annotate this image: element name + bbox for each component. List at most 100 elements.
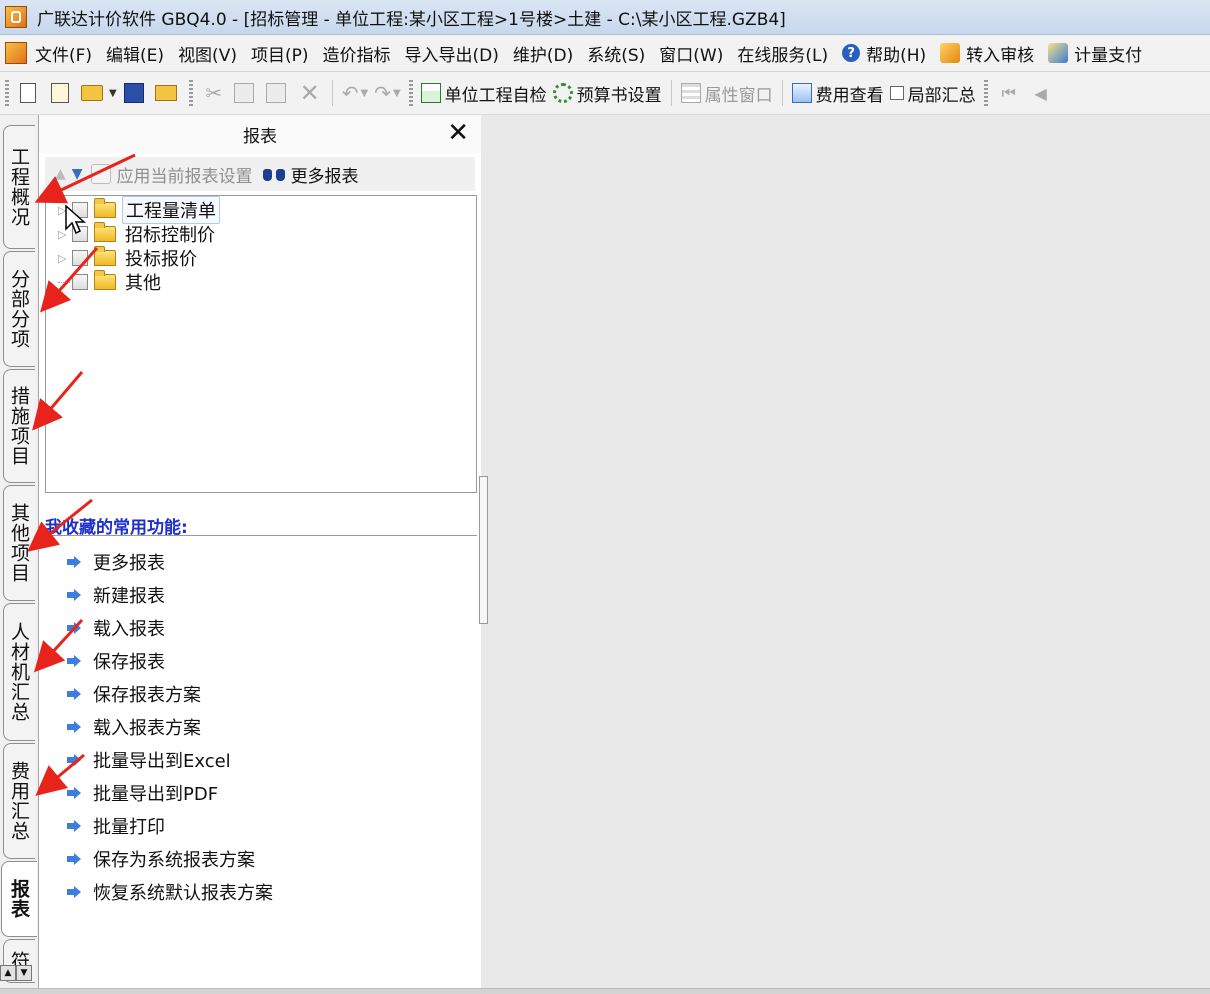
chevron-down-icon[interactable]: ▼ <box>393 88 401 99</box>
undo-button[interactable]: ↶ ▼ <box>342 78 368 108</box>
menu-bar: 文件(F) 编辑(E) 视图(V) 项目(P) 造价指标 导入导出(D) 维护(… <box>0 35 1210 72</box>
save-folder-button[interactable] <box>154 78 181 108</box>
arrow-right-icon <box>67 820 81 832</box>
window-title: 广联达计价软件 GBQ4.0 - [招标管理 - 单位工程:某小区工程>1号楼>… <box>37 9 786 30</box>
fav-new-report[interactable]: 新建报表 <box>67 582 165 608</box>
toolbar-separator <box>331 80 333 106</box>
self-check-label: 单位工程自检 <box>444 85 547 106</box>
close-icon[interactable]: ✕ <box>447 118 469 148</box>
tab-measure-items[interactable]: 措施项目 <box>3 369 35 483</box>
menu-maintenance[interactable]: 维护(D) <box>513 41 573 66</box>
tree-node-label: 投标报价 <box>125 249 197 270</box>
scroll-down-icon[interactable]: ▼ <box>16 965 32 981</box>
folder-icon <box>94 222 116 242</box>
toolbar-grip[interactable] <box>983 80 988 106</box>
tab-labor-material-summary[interactable]: 人材机汇总 <box>3 603 35 741</box>
new-project-icon <box>51 83 69 103</box>
new-project-button[interactable] <box>49 78 75 108</box>
move-down-icon[interactable]: ▼ <box>72 166 83 182</box>
payment-icon <box>1048 43 1069 63</box>
previous-record-icon: ◀ <box>1034 83 1047 103</box>
new-file-icon <box>20 83 36 103</box>
undo-icon: ↶ <box>341 81 359 105</box>
fav-load-report-scheme[interactable]: 载入报表方案 <box>67 714 201 740</box>
menu-system[interactable]: 系统(S) <box>587 41 645 66</box>
new-file-button[interactable] <box>17 78 43 108</box>
title-bar: 广联达计价软件 GBQ4.0 - [招标管理 - 单位工程:某小区工程>1号楼>… <box>0 0 1210 35</box>
menu-project[interactable]: 项目(P) <box>251 41 309 66</box>
help-icon: ? <box>842 44 861 62</box>
tab-project-overview[interactable]: 工程概况 <box>3 125 35 249</box>
tab-label: 工程概况 <box>8 147 30 227</box>
arrow-right-icon <box>67 853 81 865</box>
app-menu-icon[interactable] <box>5 42 27 64</box>
tree-checkbox[interactable] <box>72 274 88 290</box>
fav-save-system-scheme[interactable]: 保存为系统报表方案 <box>67 846 255 872</box>
menu-cost-index[interactable]: 造价指标 <box>323 41 391 66</box>
tab-scroll-buttons: ▲ ▼ <box>0 965 36 981</box>
delete-icon: ✕ <box>299 79 320 107</box>
menu-payment[interactable]: 计量支付 <box>1048 41 1142 66</box>
fav-more-reports[interactable]: 更多报表 <box>67 549 165 575</box>
toolbar-separator <box>670 80 672 106</box>
toolbar-grip[interactable] <box>408 80 413 106</box>
redo-button[interactable]: ↷ ▼ <box>374 78 400 108</box>
copy-button[interactable] <box>233 78 259 108</box>
more-reports-button[interactable]: 更多报表 <box>262 162 359 187</box>
fav-label: 恢复系统默认报表方案 <box>93 883 273 904</box>
menu-payment-label: 计量支付 <box>1074 45 1143 66</box>
toolbar-grip[interactable] <box>5 80 9 106</box>
apply-settings-icon <box>90 164 111 184</box>
chevron-down-icon[interactable]: ▼ <box>360 88 368 99</box>
tree-node-bid-quotation[interactable]: ▷ 投标报价 <box>58 246 200 270</box>
copy-icon <box>233 83 254 103</box>
fee-view-button[interactable]: 费用查看 <box>791 78 884 108</box>
menu-import-export[interactable]: 导入导出(D) <box>405 41 499 66</box>
delete-button[interactable]: ✕ <box>297 78 323 108</box>
fav-label: 批量导出到PDF <box>93 784 219 805</box>
menu-online-service[interactable]: 在线服务(L) <box>737 41 828 66</box>
menu-window[interactable]: 窗口(W) <box>659 41 723 66</box>
property-window-label: 属性窗口 <box>704 85 773 106</box>
open-button[interactable]: ▼ <box>81 78 117 108</box>
fav-batch-print[interactable]: 批量打印 <box>67 813 165 839</box>
scroll-up-icon[interactable]: ▲ <box>0 965 16 981</box>
menu-edit[interactable]: 编辑(E) <box>106 41 164 66</box>
self-check-button[interactable]: 单位工程自检 <box>420 78 547 108</box>
paste-button[interactable] <box>265 78 291 108</box>
menu-view[interactable]: 视图(V) <box>178 41 237 66</box>
previous-record-button[interactable]: ◀ <box>1028 78 1054 108</box>
tab-other-items[interactable]: 其他项目 <box>3 485 35 601</box>
tab-divisional-items[interactable]: 分部分项 <box>3 251 35 367</box>
cut-button[interactable]: ✂ <box>201 78 227 108</box>
menu-help[interactable]: ? 帮助(H) <box>842 41 926 66</box>
panel-splitter-handle[interactable] <box>479 476 488 624</box>
tab-reports[interactable]: 报表 <box>1 861 37 937</box>
menu-audit[interactable]: 转入审核 <box>940 41 1034 66</box>
tree-checkbox[interactable] <box>72 250 88 266</box>
arrow-right-icon <box>67 655 81 667</box>
apply-settings-button[interactable]: 应用当前报表设置 <box>90 162 253 187</box>
fav-restore-default-scheme[interactable]: 恢复系统默认报表方案 <box>67 879 273 905</box>
save-button[interactable] <box>123 78 149 108</box>
budget-settings-button[interactable]: 预算书设置 <box>552 78 662 108</box>
fav-save-report[interactable]: 保存报表 <box>67 648 165 674</box>
tab-label: 报表 <box>8 879 30 919</box>
menu-file[interactable]: 文件(F) <box>35 41 92 66</box>
chevron-down-icon[interactable]: ▼ <box>109 88 117 99</box>
tab-cost-summary[interactable]: 费用汇总 <box>3 743 35 859</box>
arrow-right-icon <box>67 721 81 733</box>
fav-batch-export-pdf[interactable]: 批量导出到PDF <box>67 780 218 806</box>
fav-save-report-scheme[interactable]: 保存报表方案 <box>67 681 201 707</box>
fav-load-report[interactable]: 载入报表 <box>67 615 165 641</box>
tree-node-other[interactable]: 其他 <box>58 270 164 294</box>
partial-summary-button[interactable]: 局部汇总 <box>889 78 976 108</box>
move-up-icon[interactable]: ▲ <box>55 166 66 182</box>
fav-batch-export-excel[interactable]: 批量导出到Excel <box>67 747 231 773</box>
toolbar-grip[interactable] <box>188 80 193 106</box>
expand-icon[interactable]: ▷ <box>58 252 70 265</box>
property-window-button[interactable]: 属性窗口 <box>680 78 773 108</box>
first-record-button[interactable]: ⏮ <box>996 78 1022 108</box>
partial-summary-label: 局部汇总 <box>907 85 976 106</box>
tab-label: 其他项目 <box>8 503 30 583</box>
